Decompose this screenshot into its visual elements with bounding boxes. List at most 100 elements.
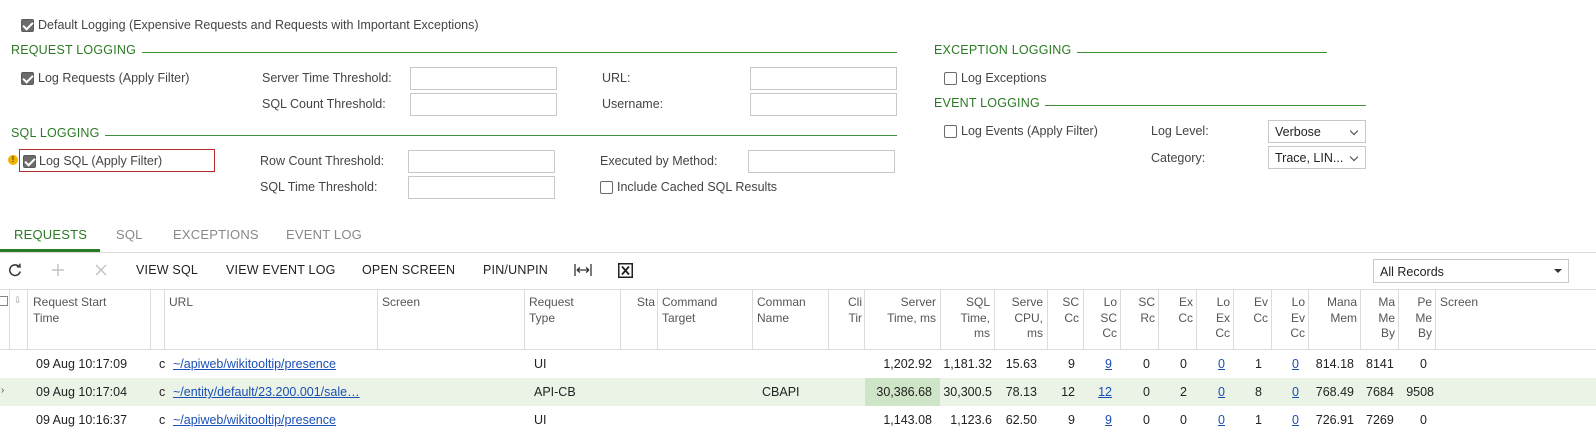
col-logged-sql[interactable]: Lo SC Cc — [1085, 295, 1117, 342]
cell-url-link[interactable]: ~/apiweb/wikitooltip/presence — [173, 357, 373, 371]
refresh-button[interactable] — [7, 262, 23, 281]
username-label: Username: — [602, 97, 664, 111]
cell-logged-sql-link[interactable]: 9 — [1085, 357, 1112, 371]
tab-exceptions[interactable]: EXCEPTIONS — [173, 227, 259, 242]
fit-width-icon — [574, 264, 592, 276]
executed-by-method-input[interactable] — [748, 150, 895, 173]
event-logging-title: EVENT LOGGING — [934, 96, 1040, 110]
include-cached-checkbox[interactable] — [600, 181, 613, 194]
col-events[interactable]: Ev Cc — [1235, 295, 1268, 326]
log-exceptions-label: Log Exceptions — [961, 71, 1047, 85]
cell-url-link[interactable]: ~/entity/default/23.200.001/sale… — [173, 385, 371, 399]
cell-sql-rows: 0 — [1143, 413, 1150, 427]
col-logged-exceptions[interactable]: Lo Ex Cc — [1198, 295, 1230, 342]
cell-exceptions: 0 — [1180, 413, 1187, 427]
records-filter-select[interactable]: All Records — [1373, 259, 1569, 283]
cell-managed-memory: 768.49 — [1315, 385, 1354, 399]
col-managed-memory[interactable]: Mana Mem — [1310, 295, 1357, 326]
export-excel-button[interactable] — [618, 263, 633, 281]
cell-logged-events-link[interactable]: 0 — [1273, 413, 1299, 427]
col-memory-bytes[interactable]: Ma Me By — [1362, 295, 1395, 342]
col-sql-rows[interactable]: SC Rc — [1122, 295, 1155, 326]
caret-down-icon — [1554, 269, 1562, 273]
col-sql-count[interactable]: SC Cc — [1049, 295, 1079, 326]
cell-logged-events-link[interactable]: 0 — [1273, 357, 1299, 371]
excel-icon — [618, 263, 633, 278]
category-select[interactable]: Trace, LIN... — [1268, 146, 1366, 169]
cell-logged-events-link[interactable]: 0 — [1273, 385, 1299, 399]
col-screen[interactable]: Screen — [382, 295, 522, 311]
grid-header-top-border — [0, 289, 1596, 290]
col-logged-events[interactable]: Lo Ev Cc — [1273, 295, 1305, 342]
cell-peak-memory: 0 — [1420, 357, 1427, 371]
executed-by-method-label: Executed by Method: — [600, 154, 718, 168]
exception-logging-title: EXCEPTION LOGGING — [934, 43, 1072, 57]
log-events-checkbox[interactable] — [944, 125, 957, 138]
cell-sql-count: 9 — [1068, 357, 1075, 371]
plus-icon — [52, 264, 64, 276]
cell-memory-bytes: 8141 — [1366, 357, 1394, 371]
username-input[interactable] — [750, 93, 897, 116]
cell-logged-exceptions-link[interactable]: 0 — [1198, 357, 1225, 371]
view-event-log-button[interactable]: VIEW EVENT LOG — [226, 263, 336, 277]
cell-server-time: 1,202.92 — [883, 357, 932, 371]
cell-sql-count: 12 — [1061, 385, 1075, 399]
cell-server-cpu: 15.63 — [1005, 357, 1037, 371]
row-selector-icon[interactable] — [0, 296, 8, 306]
tab-sql[interactable]: SQL — [116, 227, 143, 242]
row-pointer-icon: › — [1, 385, 5, 396]
col-status[interactable]: Sta — [622, 295, 655, 311]
col-command-target[interactable]: Command Target — [662, 295, 750, 326]
sql-time-threshold-input[interactable] — [408, 176, 555, 199]
table-row[interactable]: 09 Aug 10:17:09 c ~/apiweb/wikitooltip/p… — [0, 350, 1596, 378]
delete-button[interactable] — [93, 262, 109, 281]
request-logging-divider — [142, 52, 897, 53]
log-exceptions-checkbox[interactable] — [944, 72, 957, 85]
url-input[interactable] — [750, 67, 897, 90]
cell-sql-time: 1,123.6 — [950, 413, 992, 427]
cell-logged-exceptions-link[interactable]: 0 — [1198, 385, 1225, 399]
col-request-type[interactable]: Request Type — [529, 295, 617, 326]
cell-logged-exceptions-link[interactable]: 0 — [1198, 413, 1225, 427]
server-time-threshold-input[interactable] — [410, 67, 557, 90]
col-request-start-time[interactable]: Request Start Time — [33, 295, 148, 326]
tab-requests[interactable]: REQUESTS — [14, 227, 87, 242]
log-sql-checkbox[interactable] — [23, 155, 36, 168]
include-cached-label: Include Cached SQL Results — [617, 180, 778, 194]
sql-time-threshold-label: SQL Time Threshold: — [260, 180, 378, 194]
refresh-icon — [9, 263, 21, 277]
fit-columns-button[interactable] — [574, 263, 592, 280]
table-row-selected[interactable]: › 09 Aug 10:17:04 c ~/entity/default/23.… — [0, 378, 1596, 406]
col-exceptions[interactable]: Ex Cc — [1160, 295, 1193, 326]
cell-server-cpu: 62.50 — [1005, 413, 1037, 427]
col-client-time[interactable]: Cli Tir — [830, 295, 862, 326]
cell-url-link[interactable]: ~/apiweb/wikitooltip/presence — [173, 413, 373, 427]
open-screen-button[interactable]: OPEN SCREEN — [362, 263, 455, 277]
col-server-cpu[interactable]: Serve CPU, ms — [996, 295, 1043, 342]
cell-logged-sql-link[interactable]: 12 — [1085, 385, 1112, 399]
cell-server-time: 30,386.68 — [876, 385, 932, 399]
log-requests-checkbox[interactable] — [21, 72, 34, 85]
col-sql-time[interactable]: SQL Time, ms — [942, 295, 990, 342]
chevron-down-icon — [1349, 152, 1359, 162]
row-count-threshold-input[interactable] — [408, 150, 555, 173]
cell-logged-sql-link[interactable]: 9 — [1085, 413, 1112, 427]
tab-event-log[interactable]: EVENT LOG — [286, 227, 362, 242]
log-sql-label: Log SQL (Apply Filter) — [39, 154, 163, 168]
sql-count-threshold-input[interactable] — [410, 93, 557, 116]
col-screen-2[interactable]: Screen — [1440, 295, 1540, 311]
col-url[interactable]: URL — [169, 295, 369, 311]
view-sql-button[interactable]: VIEW SQL — [136, 263, 198, 277]
log-requests-label: Log Requests (Apply Filter) — [38, 71, 190, 85]
col-server-time[interactable]: Server Time, ms — [866, 295, 936, 326]
row-count-threshold-label: Row Count Threshold: — [260, 154, 385, 168]
default-logging-checkbox[interactable] — [21, 19, 34, 32]
add-button[interactable] — [50, 262, 66, 281]
cell-sql-time: 1,181.32 — [943, 357, 992, 371]
col-command-name[interactable]: Comman Name — [757, 295, 825, 326]
log-level-select[interactable]: Verbose — [1268, 120, 1366, 143]
table-row[interactable]: 09 Aug 10:16:37 c ~/apiweb/wikitooltip/p… — [0, 406, 1596, 430]
pin-unpin-button[interactable]: PIN/UNPIN — [483, 263, 548, 277]
col-peak-memory[interactable]: Pe Me By — [1400, 295, 1432, 342]
records-filter-value: All Records — [1380, 265, 1444, 279]
